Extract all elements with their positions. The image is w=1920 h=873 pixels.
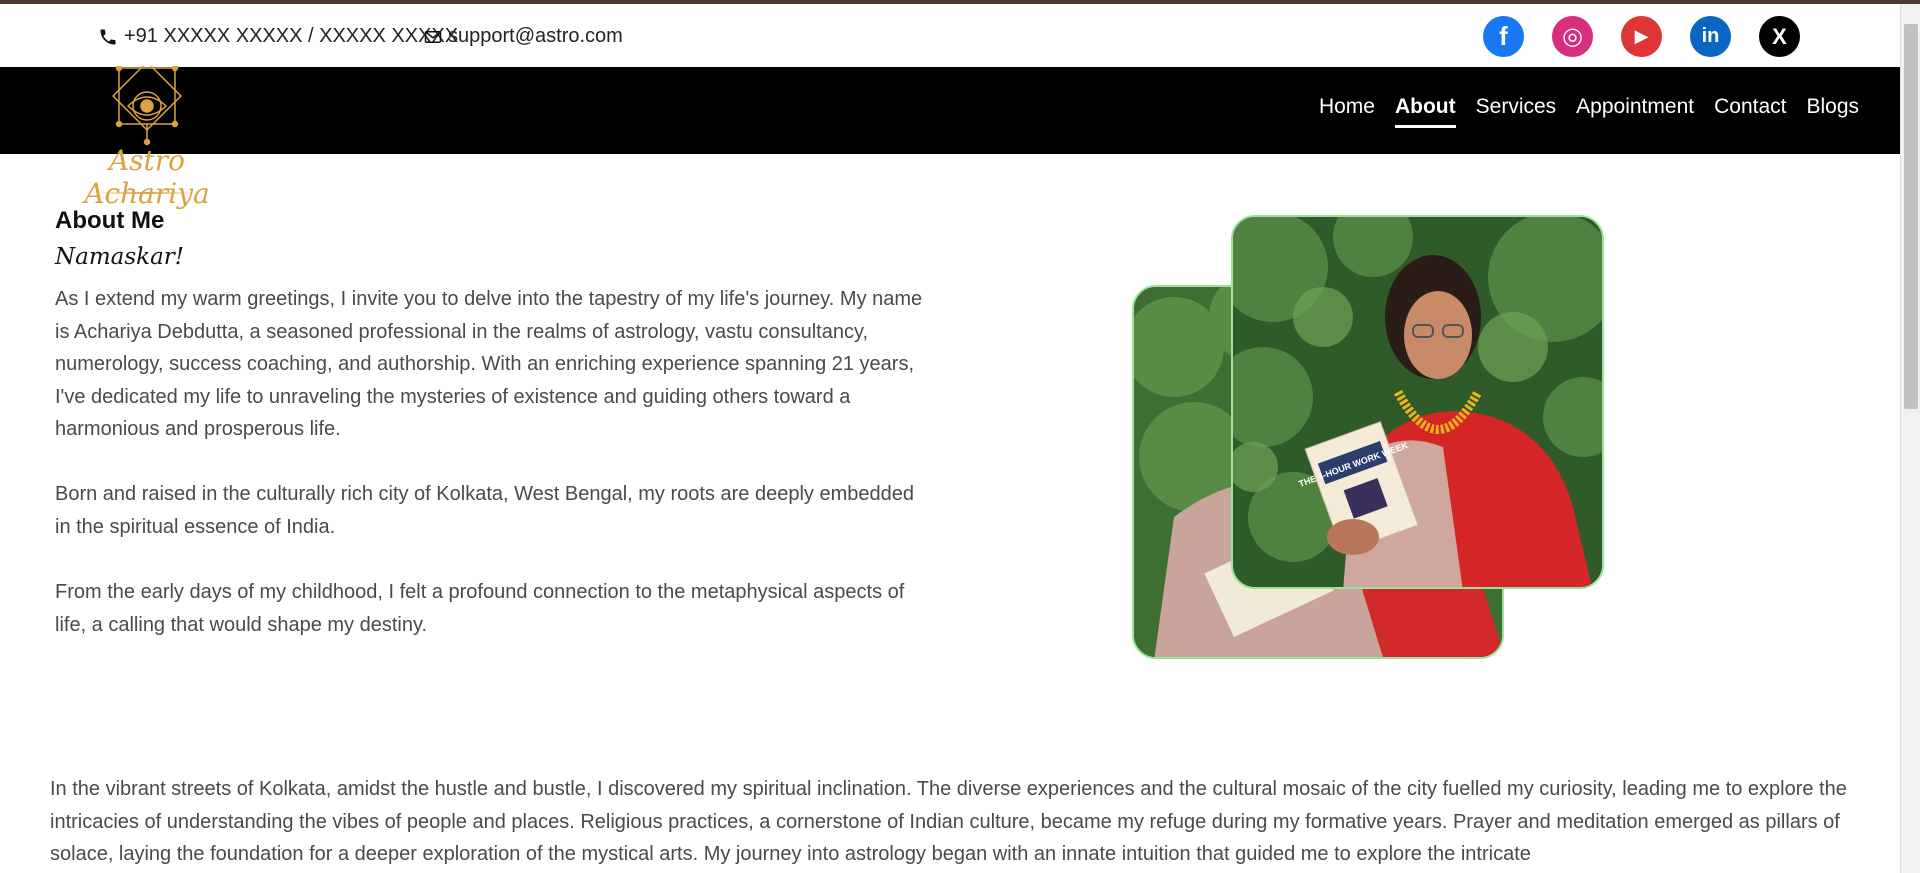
site-logo[interactable]: Astro Achariya	[62, 66, 232, 210]
email-address: support@astro.com	[448, 25, 623, 47]
phone-number: +91 XXXXX XXXXX / XXXXX XXXXX	[124, 25, 459, 47]
nav-home[interactable]: Home	[1319, 95, 1375, 128]
nav-blogs[interactable]: Blogs	[1806, 95, 1859, 128]
page-scrollbar[interactable]	[1900, 4, 1920, 873]
about-paragraph-3: From the early days of my childhood, I f…	[55, 581, 905, 636]
nav-appointment[interactable]: Appointment	[1576, 95, 1694, 128]
nav-services[interactable]: Services	[1476, 95, 1557, 128]
facebook-icon[interactable]: f	[1483, 16, 1524, 57]
instagram-icon[interactable]: ◎	[1552, 16, 1593, 57]
scrollbar-thumb[interactable]	[1904, 24, 1918, 409]
mail-icon	[424, 30, 442, 43]
phone-contact[interactable]: +91 XXXXX XXXXX / XXXXX XXXXX	[98, 25, 458, 48]
email-contact[interactable]: support@astro.com	[424, 25, 623, 48]
logo-underline	[96, 192, 196, 194]
logo-text: Astro Achariya	[84, 144, 210, 210]
logo-emblem-icon	[111, 66, 183, 146]
linkedin-icon[interactable]: in	[1690, 16, 1731, 57]
greeting: Namaskar!	[55, 244, 185, 270]
main-navbar: Home About Services Appointment Contact …	[0, 67, 1900, 154]
about-paragraph-1: As I extend my warm greetings, I invite …	[55, 288, 923, 440]
main-nav: Home About Services Appointment Contact …	[1319, 95, 1859, 128]
nav-contact[interactable]: Contact	[1714, 95, 1786, 128]
about-paragraph-4: In the vibrant streets of Kolkata, amids…	[50, 778, 1847, 865]
portrait-photo-front: THE 4-HOUR WORK WEEK	[1231, 215, 1604, 589]
about-title: About Me	[55, 207, 165, 234]
contact-topbar: +91 XXXXX XXXXX / XXXXX XXXXX support@as…	[0, 4, 1900, 67]
phone-icon	[100, 29, 116, 44]
x-twitter-icon[interactable]: X	[1759, 16, 1800, 57]
about-paragraph-2: Born and raised in the culturally rich c…	[55, 483, 914, 538]
nav-about[interactable]: About	[1394, 95, 1456, 128]
youtube-icon[interactable]: ▶	[1621, 16, 1662, 57]
social-links: f ◎ ▶ in X	[1483, 16, 1800, 57]
